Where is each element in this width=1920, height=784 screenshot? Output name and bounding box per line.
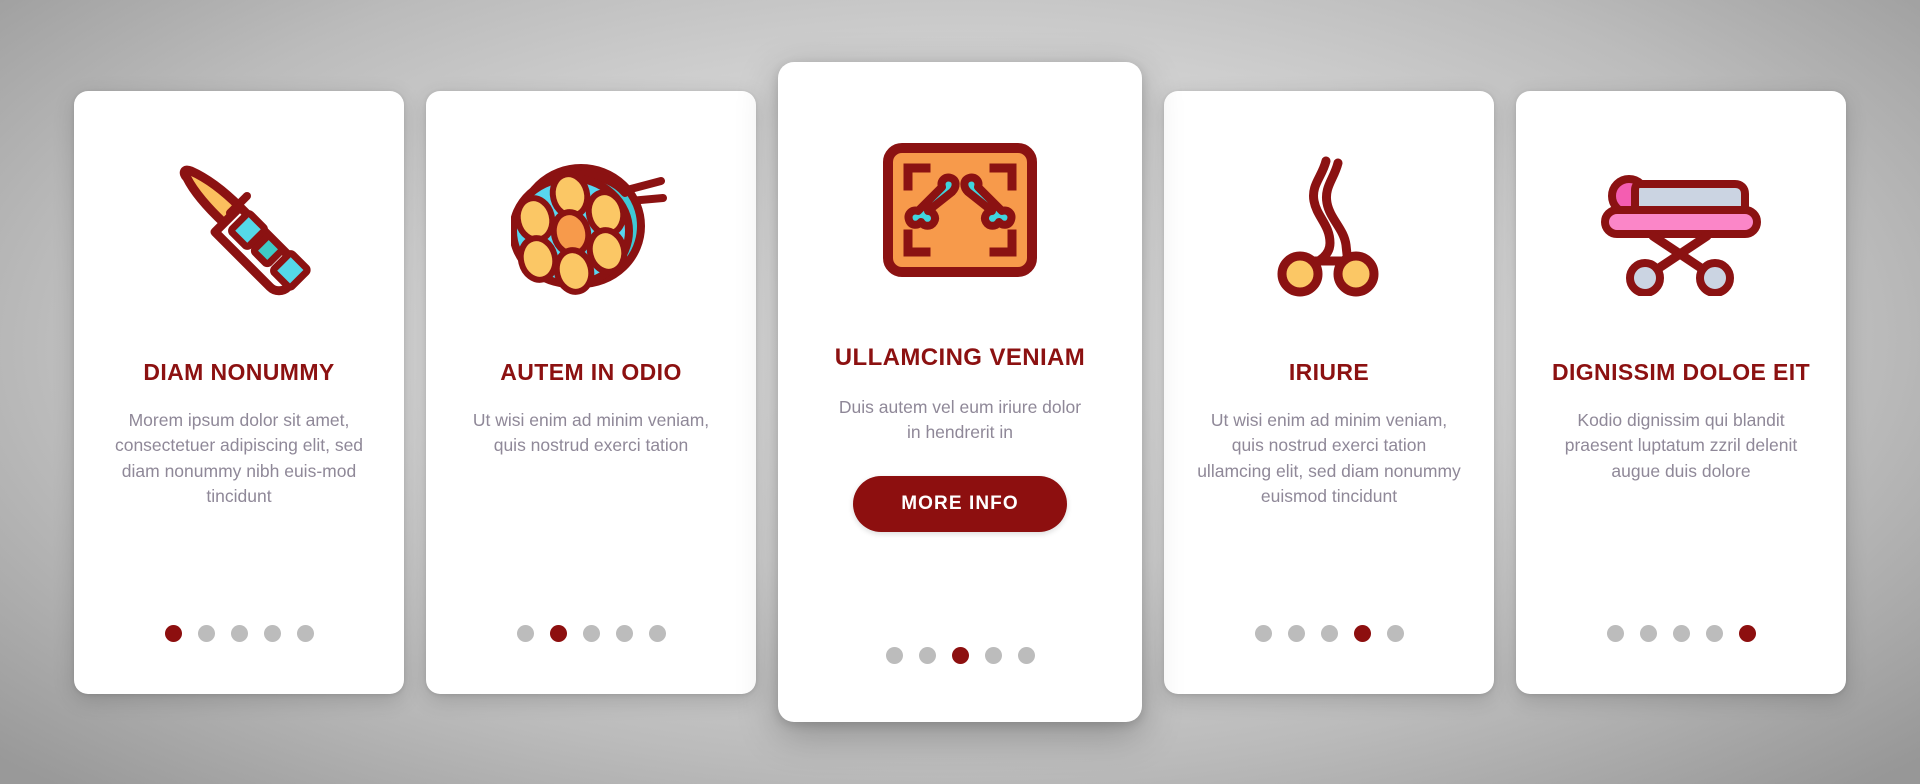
pagination-dot-1[interactable] (164, 624, 182, 642)
pagination-dot-2[interactable] (549, 624, 567, 642)
pagination-dot-3[interactable] (582, 624, 600, 642)
hospital-stretcher-icon (1542, 131, 1820, 321)
pagination-dots[interactable] (1164, 624, 1494, 642)
pagination-dot-5[interactable] (296, 624, 314, 642)
pagination-dot-5[interactable] (1386, 624, 1404, 642)
pagination-dot-1[interactable] (885, 647, 903, 664)
pagination-dot-5[interactable] (1738, 624, 1756, 642)
surgical-forceps-icon (1190, 131, 1468, 321)
card-title: DIGNISSIM DOLOE EIT (1551, 358, 1811, 385)
card-title: AUTEM IN ODIO (500, 358, 682, 385)
pagination-dots[interactable] (1516, 624, 1846, 642)
pagination-dot-5[interactable] (648, 624, 666, 642)
surgical-lamp-icon (452, 131, 730, 321)
pagination-dot-3[interactable] (1320, 624, 1338, 642)
pagination-dot-3[interactable] (951, 647, 969, 664)
pagination-dot-4[interactable] (1353, 624, 1371, 642)
pagination-dot-2[interactable] (918, 647, 936, 664)
pagination-dot-1[interactable] (1254, 624, 1272, 642)
scalpel-icon (100, 131, 378, 321)
card-title: DIAM NONUMMY (143, 358, 335, 385)
card-description: Ut wisi enim ad minim veniam, quis nostr… (472, 410, 710, 456)
card-title: IRIURE (1288, 358, 1370, 385)
card-description: Ut wisi enim ad minim veniam, quis nostr… (1197, 410, 1461, 507)
onboarding-card-row: DIAM NONUMMY Morem ipsum dolor sit amet,… (0, 0, 1920, 784)
pagination-dot-3[interactable] (1672, 624, 1690, 642)
pagination-dot-5[interactable] (1017, 647, 1035, 664)
card-description: Morem ipsum dolor sit amet, consectetuer… (114, 410, 364, 507)
onboarding-card-3-featured[interactable]: ULLAMCING VENIAM Duis autem vel eum iriu… (778, 62, 1142, 722)
onboarding-card-5[interactable]: DIGNISSIM DOLOE EIT Kodio dignissim qui … (1516, 90, 1846, 694)
pagination-dot-3[interactable] (230, 624, 248, 642)
pagination-dot-4[interactable] (1705, 624, 1723, 642)
pagination-dot-2[interactable] (197, 624, 215, 642)
onboarding-card-1[interactable]: DIAM NONUMMY Morem ipsum dolor sit amet,… (74, 90, 404, 694)
pagination-dot-1[interactable] (1606, 624, 1624, 642)
more-info-button[interactable]: MORE INFO (853, 475, 1067, 532)
card-description: Kodio dignissim qui blandit praesent lup… (1564, 410, 1798, 481)
card-description: Duis autem vel eum iriure dolor in hendr… (838, 396, 1082, 443)
pagination-dots[interactable] (778, 647, 1142, 664)
pagination-dots[interactable] (74, 624, 404, 642)
onboarding-card-4[interactable]: IRIURE Ut wisi enim ad minim veniam, qui… (1164, 90, 1494, 694)
pagination-dot-4[interactable] (615, 624, 633, 642)
onboarding-card-2[interactable]: AUTEM IN ODIO Ut wisi enim ad minim veni… (426, 90, 756, 694)
xray-bones-icon (808, 110, 1112, 310)
pagination-dot-2[interactable] (1639, 624, 1657, 642)
pagination-dots[interactable] (426, 624, 756, 642)
pagination-dot-4[interactable] (263, 624, 281, 642)
pagination-dot-2[interactable] (1287, 624, 1305, 642)
card-title: ULLAMCING VENIAM (834, 344, 1086, 371)
pagination-dot-4[interactable] (984, 647, 1002, 664)
pagination-dot-1[interactable] (516, 624, 534, 642)
